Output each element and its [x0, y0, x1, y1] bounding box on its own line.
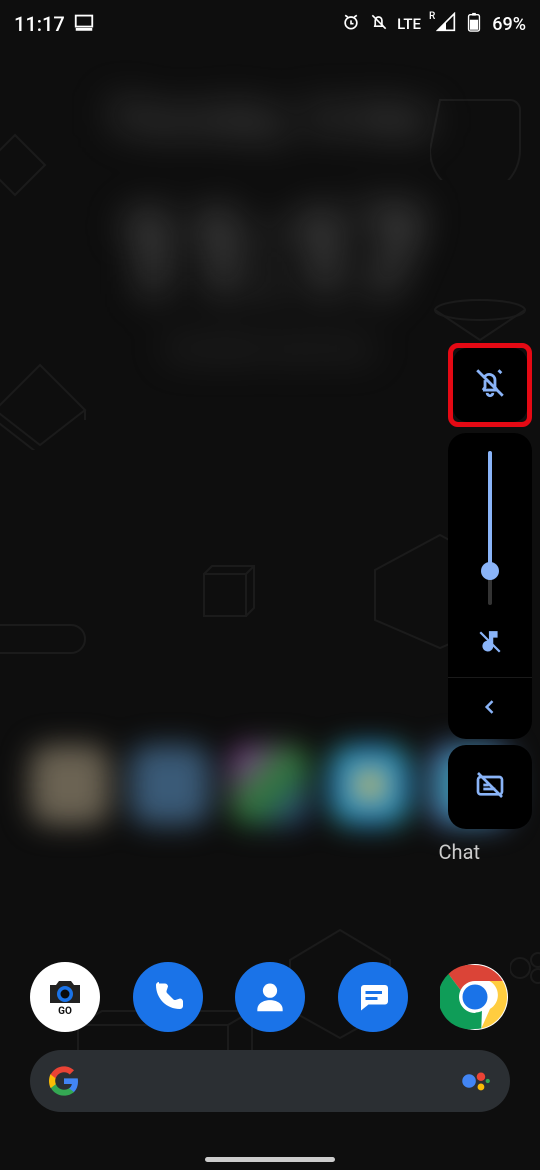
- camera-go-label: GO: [58, 1006, 72, 1017]
- screen-cast-icon: [73, 11, 95, 38]
- contacts-app[interactable]: [235, 962, 305, 1032]
- status-bar: 11:17 LTE R 69%: [0, 0, 540, 48]
- signal-icon: [436, 12, 456, 37]
- phone-app[interactable]: [133, 962, 203, 1032]
- chrome-app[interactable]: [440, 962, 510, 1032]
- home-widget-blurred: Thursday, 16 Mar 11:17 Set alarm and mor…: [60, 95, 480, 425]
- status-time: 11:17: [14, 12, 65, 36]
- messages-app[interactable]: [338, 962, 408, 1032]
- volume-panel: [448, 343, 532, 835]
- camera-go-app[interactable]: GO: [30, 962, 100, 1032]
- battery-icon: [464, 12, 484, 37]
- alarm-icon: [341, 12, 361, 37]
- bell-off-icon: [473, 366, 507, 404]
- bell-off-icon: [369, 12, 389, 37]
- chevron-left-icon: [480, 697, 500, 721]
- ring-mode-button[interactable]: [448, 343, 532, 427]
- volume-slider[interactable]: [448, 433, 532, 677]
- search-input[interactable]: [92, 1071, 446, 1092]
- volume-track[interactable]: [488, 451, 492, 605]
- mobile-network-label: LTE: [397, 15, 421, 33]
- media-mute-icon[interactable]: [477, 629, 503, 659]
- volume-expand-button[interactable]: [448, 677, 532, 739]
- caption-off-icon: [474, 769, 506, 805]
- gesture-nav-handle[interactable]: [205, 1157, 335, 1162]
- dock: GO: [30, 962, 510, 1032]
- google-search-bar[interactable]: [30, 1050, 510, 1112]
- live-caption-toggle[interactable]: [448, 745, 532, 829]
- volume-thumb[interactable]: [481, 562, 499, 580]
- app-row-visible-label: Chat: [439, 840, 480, 864]
- assistant-icon[interactable]: [458, 1064, 492, 1098]
- google-g-icon: [48, 1065, 80, 1097]
- battery-percentage: 69%: [492, 14, 526, 35]
- roaming-indicator: R: [429, 12, 435, 22]
